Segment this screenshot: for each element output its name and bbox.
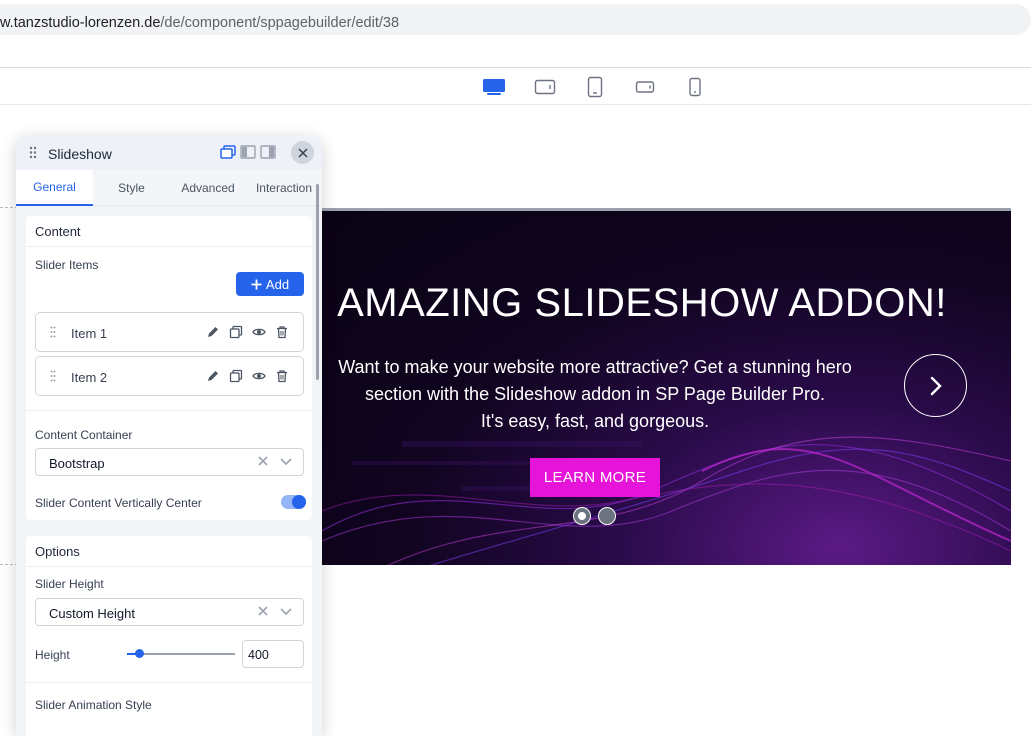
slide-dots xyxy=(573,507,616,525)
content-container-select[interactable]: Bootstrap xyxy=(35,448,304,476)
slide-dot[interactable] xyxy=(598,507,616,525)
desktop-icon[interactable] xyxy=(482,76,506,98)
plus-icon xyxy=(251,279,262,289)
visibility-icon[interactable] xyxy=(252,325,266,339)
edit-icon[interactable] xyxy=(206,369,220,383)
slider-item[interactable]: Item 1 xyxy=(35,312,304,352)
options-section: Options Slider Height Custom Height Heig… xyxy=(26,536,312,736)
slide-text-line: Want to make your website more attractiv… xyxy=(338,357,852,377)
vertical-center-toggle[interactable] xyxy=(281,495,306,509)
url-path: /de/component/sppagebuilder/edit/38 xyxy=(160,15,400,31)
options-heading: Options xyxy=(35,544,80,559)
divider xyxy=(26,566,312,567)
slider-item-label: Item 2 xyxy=(71,370,108,385)
dock-left-icon[interactable] xyxy=(240,145,256,159)
panel-scrollbar[interactable] xyxy=(316,184,319,380)
item-actions xyxy=(206,369,289,383)
drag-handle-icon[interactable] xyxy=(50,370,56,382)
learn-more-button[interactable]: LEARN MORE xyxy=(530,458,660,497)
height-value: 400 xyxy=(248,648,269,662)
panel-body: Content Slider Items Add Item 1 Item 2 C… xyxy=(16,184,322,736)
mobile-icon[interactable] xyxy=(683,76,707,98)
close-panel-button[interactable] xyxy=(291,141,314,164)
device-toolbar xyxy=(0,68,1031,105)
chevron-right-icon xyxy=(930,376,942,395)
tab-general[interactable]: General xyxy=(16,170,93,206)
slide-text-line: It's easy, fast, and gorgeous. xyxy=(480,411,710,431)
divider xyxy=(26,682,312,683)
content-container-value: Bootstrap xyxy=(49,456,105,471)
panel-tabs: General Style Advanced Interaction xyxy=(16,170,322,206)
address-url[interactable]: w.tanzstudio-lorenzen.de/de/component/sp… xyxy=(0,15,399,31)
clear-icon[interactable] xyxy=(257,455,269,467)
slider-item[interactable]: Item 2 xyxy=(35,356,304,396)
browser-url-bar: w.tanzstudio-lorenzen.de/de/component/sp… xyxy=(0,0,1031,37)
chevron-down-icon xyxy=(280,608,292,616)
dock-right-icon[interactable] xyxy=(260,145,276,159)
next-slide-button[interactable] xyxy=(904,354,967,417)
height-input[interactable]: 400 xyxy=(242,640,304,668)
add-item-button[interactable]: Add xyxy=(236,272,304,296)
add-item-label: Add xyxy=(265,276,290,292)
animation-style-label: Slider Animation Style xyxy=(35,698,152,712)
vertical-center-label: Slider Content Vertically Center xyxy=(35,496,202,510)
content-heading: Content xyxy=(35,224,81,239)
chevron-down-icon xyxy=(280,458,292,466)
bookmarks-bar xyxy=(0,37,1031,68)
panel-layout-controls xyxy=(220,145,276,159)
tablet-landscape-icon[interactable] xyxy=(533,76,557,98)
mobile-landscape-icon[interactable] xyxy=(633,76,657,98)
slider-item-label: Item 1 xyxy=(71,326,108,341)
edit-icon[interactable] xyxy=(206,325,220,339)
duplicate-icon[interactable] xyxy=(229,369,243,383)
close-icon xyxy=(297,147,308,158)
panel-header: Slideshow xyxy=(16,136,322,170)
addon-settings-panel: Slideshow General Style Advanced Interac… xyxy=(16,136,322,736)
tab-interaction[interactable]: Interaction xyxy=(246,170,322,206)
height-label: Height xyxy=(35,648,70,662)
divider xyxy=(26,246,312,247)
delete-icon[interactable] xyxy=(275,325,289,339)
content-container-label: Content Container xyxy=(35,428,133,442)
height-slider[interactable] xyxy=(127,649,235,658)
clear-icon[interactable] xyxy=(257,605,269,617)
tab-advanced[interactable]: Advanced xyxy=(170,170,246,206)
slider-height-label: Slider Height xyxy=(35,577,104,591)
slider-height-select[interactable]: Custom Height xyxy=(35,598,304,626)
slide-text-line: section with the Slideshow addon in SP P… xyxy=(365,384,825,404)
drag-handle-icon[interactable] xyxy=(50,326,56,338)
height-slider-handle[interactable] xyxy=(135,649,145,658)
visibility-icon[interactable] xyxy=(252,369,266,383)
floating-panel-icon[interactable] xyxy=(220,145,236,159)
address-bar[interactable]: w.tanzstudio-lorenzen.de/de/component/sp… xyxy=(0,4,1031,35)
slider-height-value: Custom Height xyxy=(49,606,135,621)
slide-description: Want to make your website more attractiv… xyxy=(322,354,868,435)
divider xyxy=(26,410,312,411)
item-actions xyxy=(206,325,289,339)
panel-title: Slideshow xyxy=(48,146,112,162)
slideshow-preview[interactable]: AMAZING SLIDESHOW ADDON! Want to make yo… xyxy=(322,208,1011,565)
duplicate-icon[interactable] xyxy=(229,325,243,339)
slide-title: AMAZING SLIDESHOW ADDON! xyxy=(337,281,947,325)
delete-icon[interactable] xyxy=(275,369,289,383)
slide-dot[interactable] xyxy=(573,507,591,525)
drag-handle-icon[interactable] xyxy=(29,146,37,159)
slider-items-label: Slider Items xyxy=(35,258,99,272)
url-domain: w.tanzstudio-lorenzen.de xyxy=(0,15,161,31)
content-section: Content Slider Items Add Item 1 Item 2 C… xyxy=(26,216,312,520)
tab-style[interactable]: Style xyxy=(93,170,170,206)
tablet-icon[interactable] xyxy=(583,76,607,98)
